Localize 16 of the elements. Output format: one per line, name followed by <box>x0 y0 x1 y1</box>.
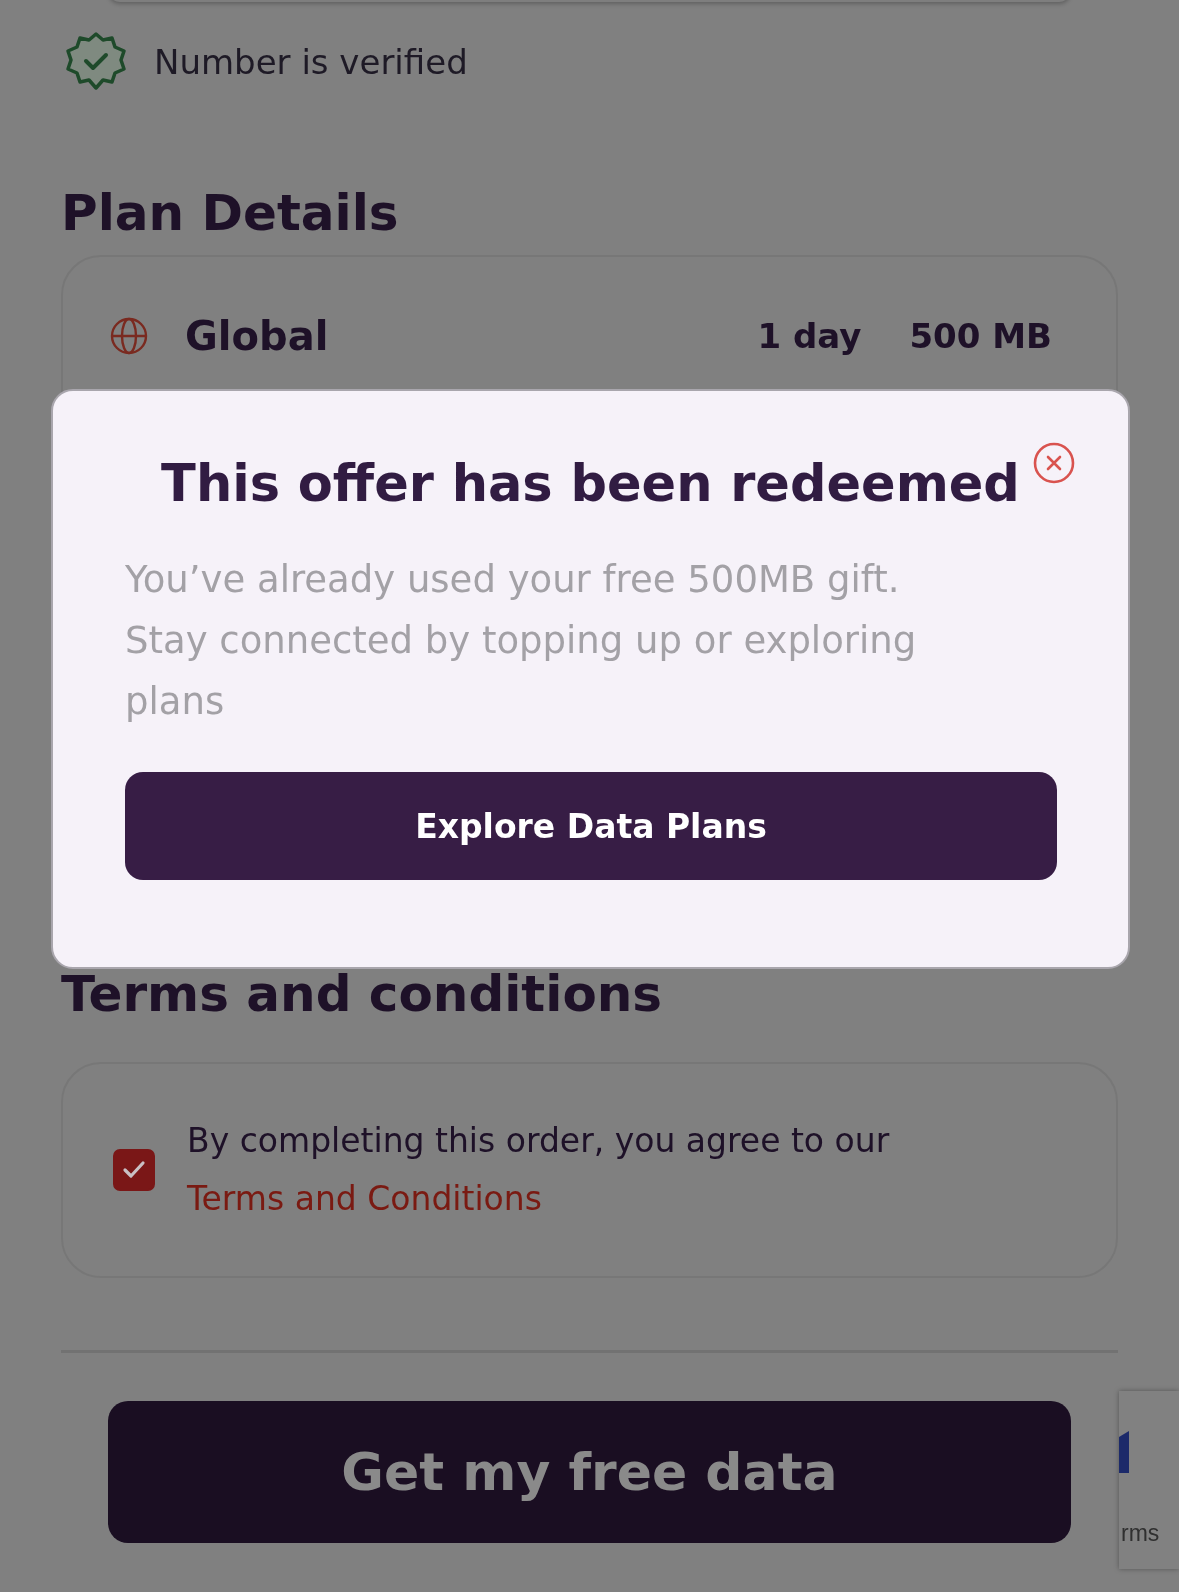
close-button[interactable] <box>1032 441 1076 485</box>
section-heading: Terms and conditions <box>61 967 664 1022</box>
captcha-icon <box>1119 1431 1129 1473</box>
modal-message: You’ve already used your free 500MB gift. Stay connected by topping up or exploring plans <box>125 557 918 725</box>
plan-name: Global <box>185 313 330 359</box>
verification-status: Number is verified <box>154 42 468 82</box>
modal-title: This offer has been redeemed <box>160 453 1021 515</box>
explore-plans-button[interactable]: Explore Data Plans <box>125 772 1057 881</box>
globe-icon <box>109 316 149 356</box>
checkbox[interactable] <box>113 1149 155 1191</box>
plan-duration: 1 day <box>757 316 862 356</box>
agreement-text: By completing this order, you agree to our <box>187 1119 890 1162</box>
get-data-button[interactable]: Get my free data <box>108 1401 1071 1543</box>
plan-data-amount: 500 MB <box>909 316 1052 356</box>
captcha-text: rms <box>1121 1520 1160 1547</box>
section-heading: Plan Details <box>61 186 400 241</box>
